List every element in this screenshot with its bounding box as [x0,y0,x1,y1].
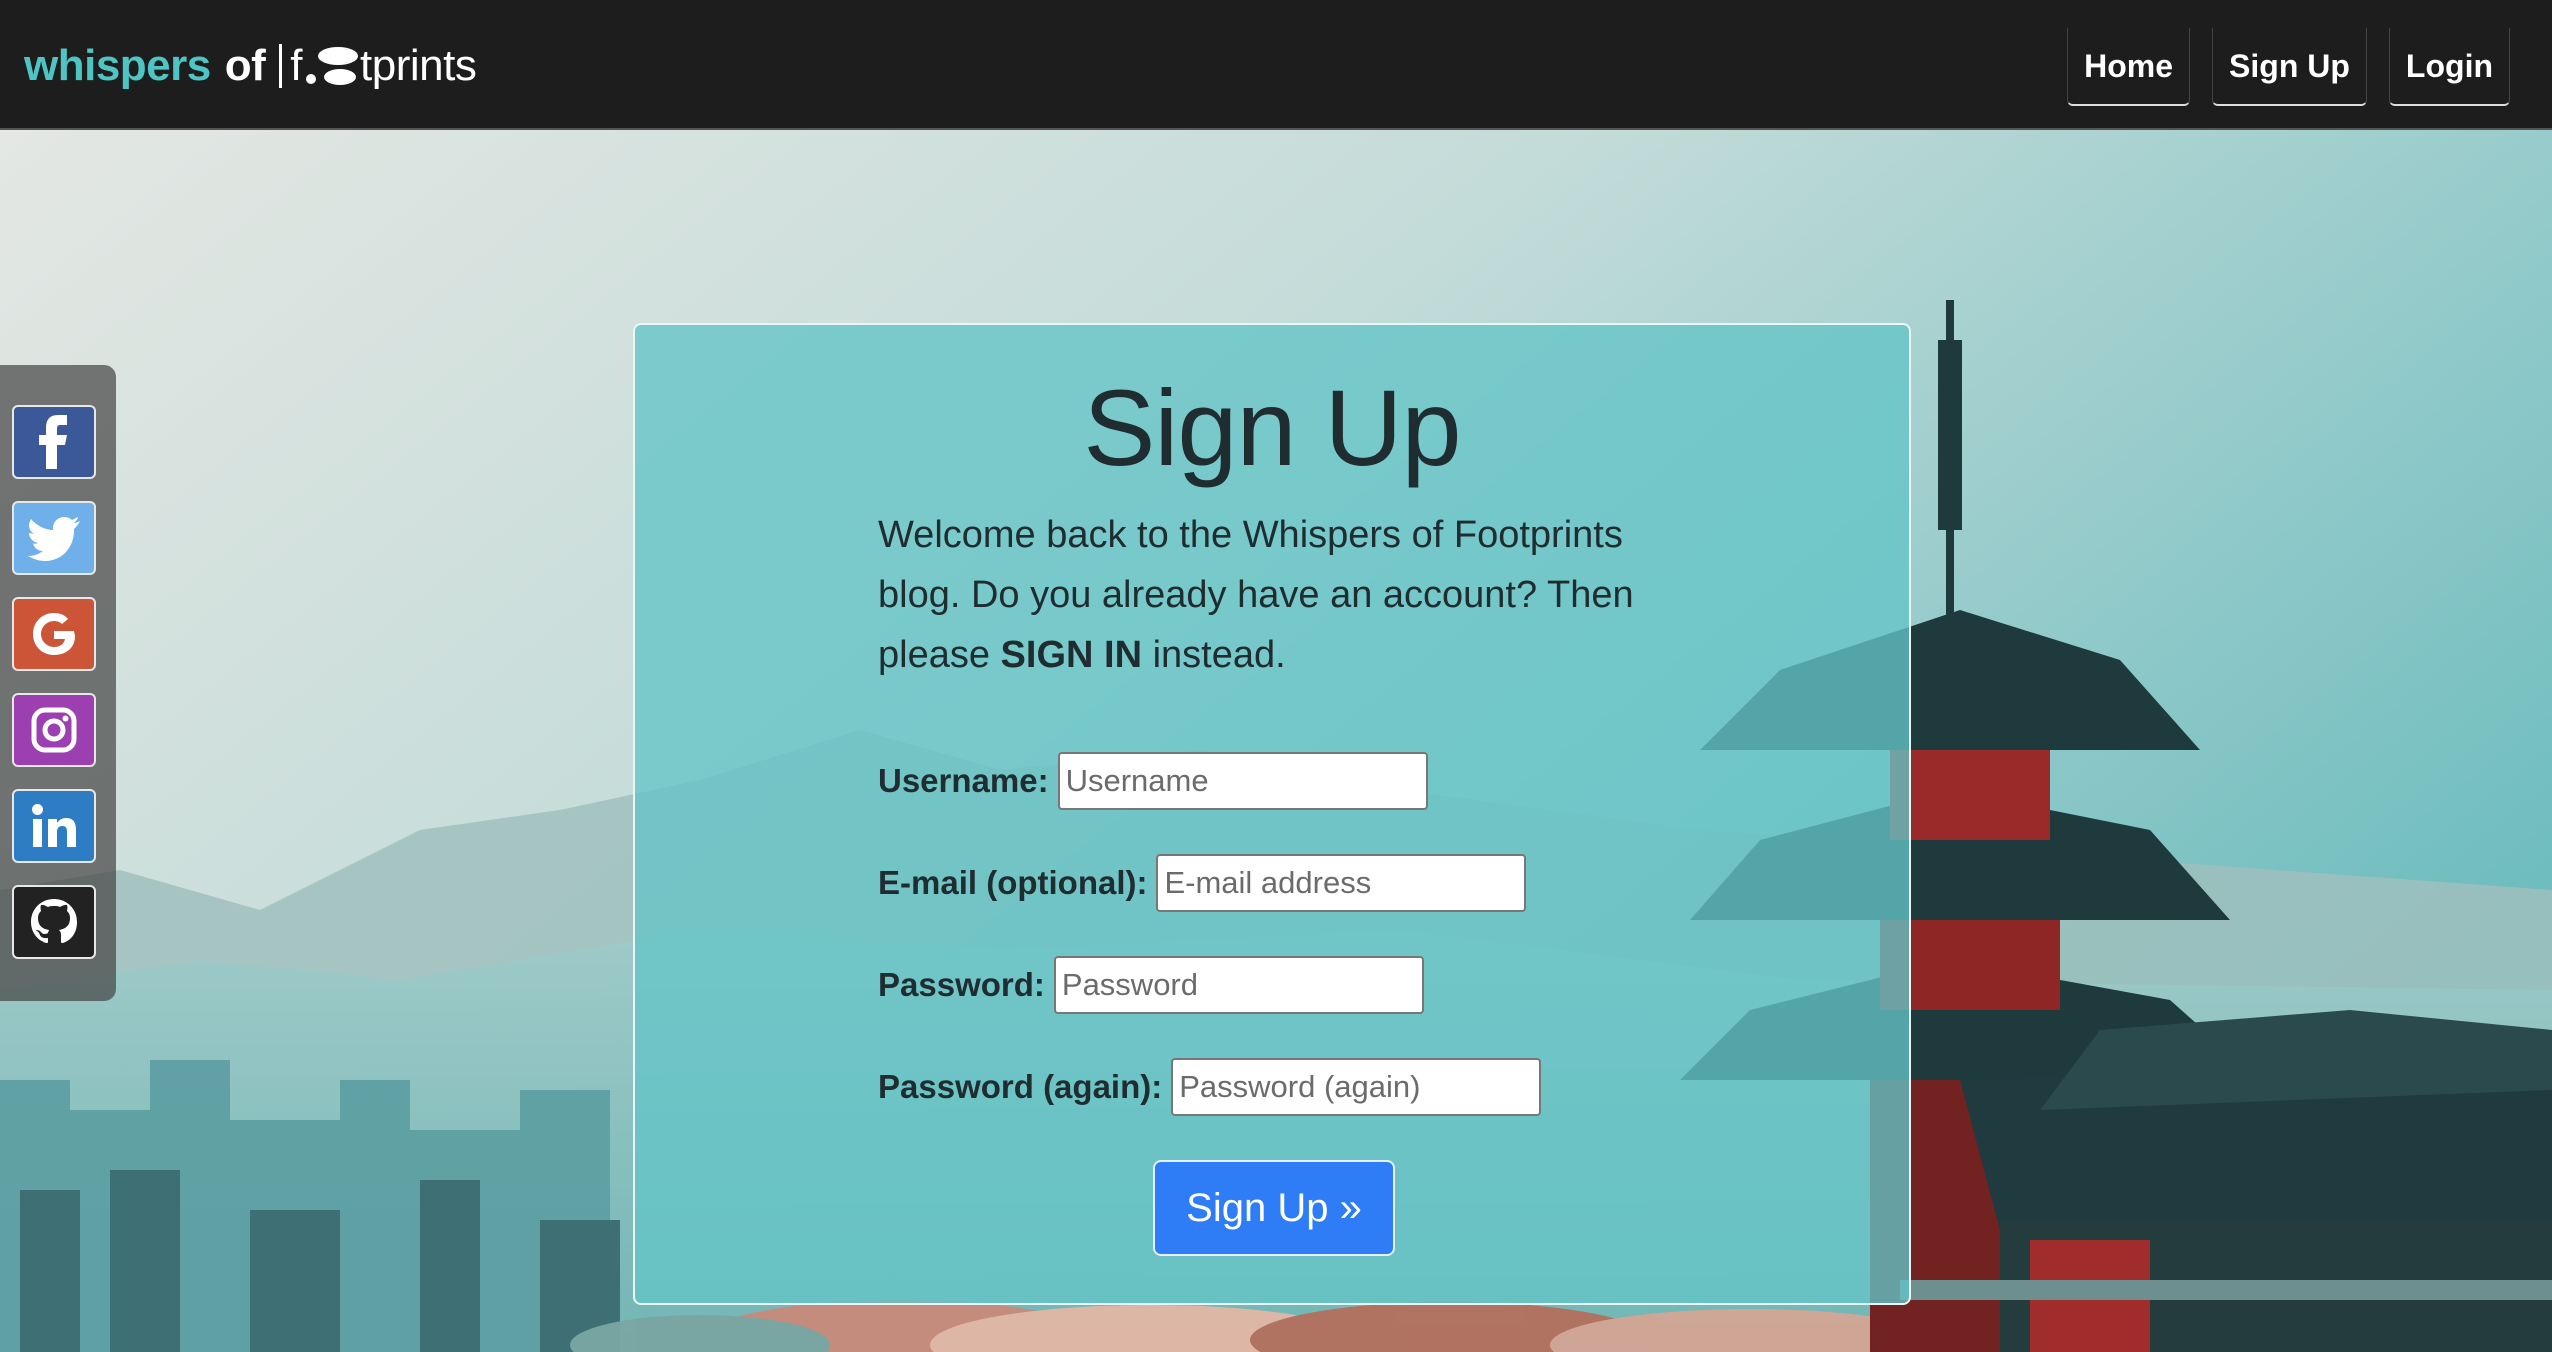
password-label: Password: [878,966,1045,1003]
github-icon [31,899,77,943]
email-label: E-mail (optional): [878,864,1148,901]
social-sidebar [0,365,116,1001]
brand-of: of [224,41,266,90]
username-row: Username: [878,752,1428,810]
nav-signup[interactable]: Sign Up [2212,28,2367,106]
email-input[interactable] [1156,854,1527,912]
password-again-input[interactable] [1171,1058,1542,1116]
twitter-button[interactable] [12,501,96,575]
brand-foot-suffix: tprints [360,41,477,90]
nav-home[interactable]: Home [2067,28,2191,106]
brand-footprints: f tprints [290,41,477,91]
linkedin-button[interactable] [12,789,96,863]
password-again-row: Password (again): [878,1058,1542,1116]
navbar: whispers of f tprints Home Sign Up Login [0,0,2552,130]
footprints-icon [306,47,359,85]
linkedin-icon [32,804,76,847]
email-row: E-mail (optional): [878,854,1527,912]
password-input[interactable] [1053,956,1424,1014]
nav-login[interactable]: Login [2388,28,2510,106]
instagram-icon [31,707,77,753]
intro-text: Welcome back to the Whispers of Footprin… [878,505,1668,685]
google-icon [33,613,75,655]
password-row: Password: [878,956,1424,1014]
password-again-label: Password (again): [878,1068,1163,1105]
signup-submit-button[interactable]: Sign Up » [1153,1160,1395,1256]
github-button[interactable] [12,885,96,959]
signin-link[interactable]: SIGN IN [1001,634,1142,676]
brand-foot-prefix: f [290,41,303,90]
username-input[interactable] [1057,752,1428,810]
brand-logo[interactable]: whispers of f tprints [24,36,477,96]
signup-card: Sign Up Welcome back to the Whispers of … [633,323,1911,1305]
twitter-icon [28,517,80,561]
facebook-icon [39,415,67,469]
instagram-button[interactable] [12,693,96,767]
intro-tail: instead. [1152,634,1286,676]
brand-whispers: whispers [24,41,211,90]
page-title: Sign Up [1083,367,1461,488]
google-button[interactable] [12,597,96,671]
facebook-button[interactable] [12,405,96,479]
brand-divider [279,44,283,88]
nav-links: Home Sign Up Login [2067,28,2510,106]
username-label: Username: [878,762,1049,799]
